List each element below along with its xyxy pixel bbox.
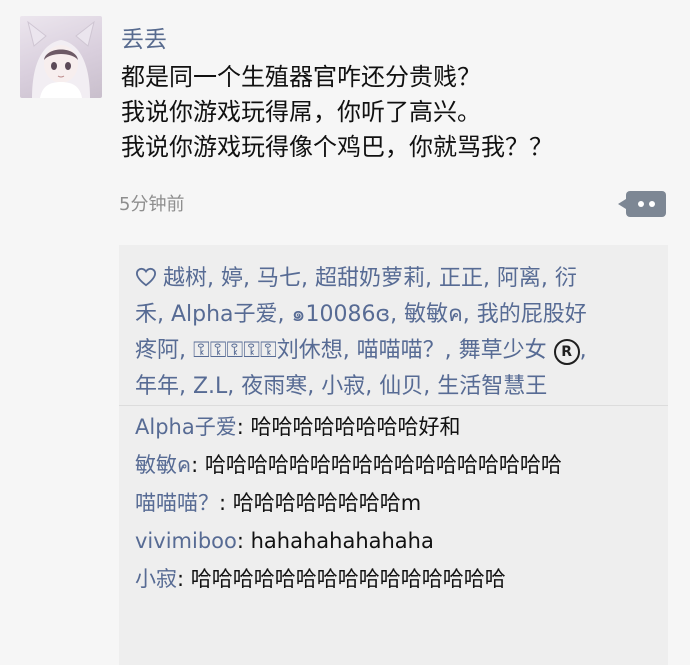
comment-author[interactable]: 敏敏ค	[135, 453, 191, 477]
comment-item[interactable]: Alpha子爱: 哈哈哈哈哈哈哈哈好和	[135, 411, 663, 443]
avatar-image	[27, 20, 95, 98]
comments-list: Alpha子爱: 哈哈哈哈哈哈哈哈好和 敏敏ค: 哈哈哈哈哈哈哈哈哈哈哈哈哈哈哈…	[135, 411, 663, 601]
post-line: 我说你游戏玩得像个鸡巴，你就骂我？？	[121, 133, 553, 161]
comment-author[interactable]: vivimiboo	[135, 529, 237, 553]
comment-text: 哈哈哈哈哈哈哈哈哈哈哈哈哈哈哈哈哈	[204, 453, 562, 477]
avatar[interactable]	[20, 16, 102, 98]
post-username[interactable]: 丢丢	[121, 20, 167, 54]
post-timestamp: 5分钟前	[119, 194, 185, 215]
dot-icon	[648, 201, 655, 207]
likes-names[interactable]: 疼阿, ⚿⚿⚿⚿⚿刘休想, 喵喵喵？, 舞草少女	[135, 338, 547, 363]
social-panel: 越树, 婷, 马七, 超甜奶萝莉, 正正, 阿离, 衍 禾, Alpha子爱, …	[119, 245, 668, 665]
comment-text: hahahahahahaha	[250, 529, 434, 553]
comment-author[interactable]: Alpha子爱	[135, 415, 237, 439]
divider	[119, 405, 668, 406]
post-line: 我说你游戏玩得屌，你听了高兴。	[121, 98, 481, 126]
dot-icon	[637, 201, 644, 207]
likes-line[interactable]: 禾, Alpha子爱, ๑10086ɞ, 敏敏ค, 我的屁股好	[135, 297, 657, 333]
comment-text: 哈哈哈哈哈哈哈哈哈哈哈哈哈哈哈	[190, 567, 506, 591]
comment-text: 哈哈哈哈哈哈哈哈好和	[250, 415, 461, 439]
heart-icon	[135, 267, 157, 287]
comment-author[interactable]: 喵喵喵？	[135, 491, 219, 515]
likes-line: 越树, 婷, 马七, 超甜奶萝莉, 正正, 阿离, 衍	[135, 261, 657, 297]
likes-line[interactable]: 年年, Z.L, 夜雨寒, 小寂, 仙贝, 生活智慧王	[135, 369, 657, 405]
post-line: 都是同一个生殖器官咋还分贵贱？	[121, 63, 481, 91]
comment-button[interactable]	[618, 191, 666, 217]
comment-item[interactable]: 小寂: 哈哈哈哈哈哈哈哈哈哈哈哈哈哈哈	[135, 563, 663, 595]
comment-item[interactable]: 喵喵喵？: 哈哈哈哈哈哈哈哈m	[135, 487, 663, 519]
comment-item[interactable]: vivimiboo: hahahahahahaha	[135, 525, 663, 557]
likes-names[interactable]: 越树, 婷, 马七, 超甜奶萝莉, 正正, 阿离, 衍	[163, 266, 577, 291]
comment-author[interactable]: 小寂	[135, 567, 177, 591]
likes-list: 越树, 婷, 马七, 超甜奶萝莉, 正正, 阿离, 衍 禾, Alpha子爱, …	[135, 261, 657, 405]
comment-item[interactable]: 敏敏ค: 哈哈哈哈哈哈哈哈哈哈哈哈哈哈哈哈哈	[135, 449, 663, 481]
likes-line[interactable]: 疼阿, ⚿⚿⚿⚿⚿刘休想, 喵喵喵？, 舞草少女 R,	[135, 333, 657, 369]
comment-text: 哈哈哈哈哈哈哈哈m	[232, 491, 422, 515]
registered-icon: R	[553, 339, 580, 365]
post-content: 都是同一个生殖器官咋还分贵贱？ 我说你游戏玩得屌，你听了高兴。 我说你游戏玩得像…	[121, 60, 553, 165]
